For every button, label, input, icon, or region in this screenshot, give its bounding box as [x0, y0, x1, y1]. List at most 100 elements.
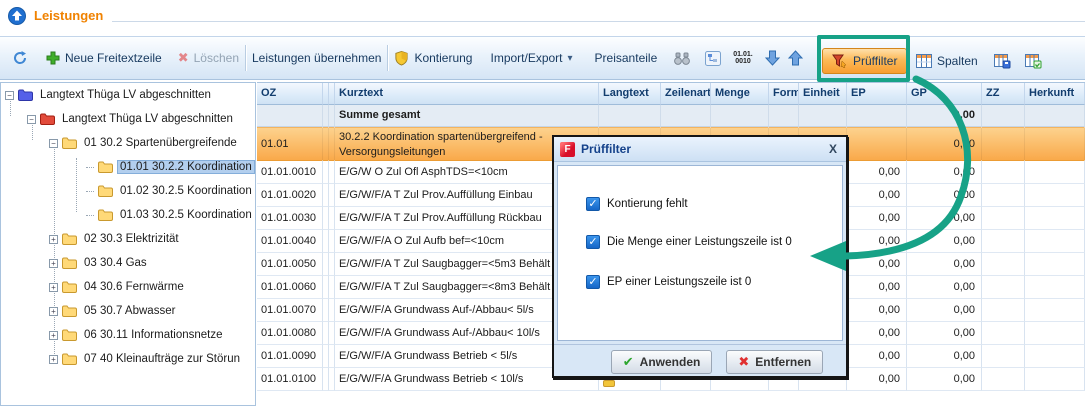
cell-ep	[847, 127, 907, 161]
kontierung-button[interactable]: Kontierung	[394, 50, 472, 66]
tree-item[interactable]: + 06 30.11 Informationsnetze	[1, 323, 255, 347]
grid-save-icon	[994, 54, 1011, 69]
tree-connector	[86, 167, 94, 168]
cell-gp: 0,00	[907, 368, 982, 391]
remove-button[interactable]: ✖ Entfernen	[726, 350, 823, 374]
apply-button[interactable]: ✔ Anwenden	[611, 350, 713, 374]
tree-item[interactable]: 01.01 30.2.2 Koordination	[1, 155, 255, 179]
tree-connector	[86, 191, 94, 192]
tree-item[interactable]: 01.02 30.2.5 Koordination	[1, 179, 255, 203]
collapse-icon[interactable]: −	[49, 139, 58, 148]
column-header-Kurztext[interactable]: Kurztext	[335, 83, 599, 105]
save-layout-button[interactable]	[994, 54, 1011, 69]
prueffilter-button[interactable]: Prüffilter	[822, 48, 907, 74]
tree-item-label: Langtext Thüga LV abgeschnitten	[37, 88, 214, 102]
checkbox-checked-icon[interactable]: ✓	[586, 235, 600, 249]
tree-item-label: 04 30.6 Fernwärme	[81, 280, 187, 294]
dialog-checkbox-row[interactable]: ✓Die Menge einer Leistungszeile ist 0	[586, 232, 842, 252]
folder-icon	[62, 281, 77, 293]
cell-einheit	[799, 105, 847, 127]
arrow-down-icon	[765, 50, 780, 66]
cell-oz: 01.01.0020	[257, 184, 323, 207]
expand-icon[interactable]: +	[49, 283, 58, 292]
expand-icon[interactable]: +	[49, 235, 58, 244]
cell-oz: 01.01.0010	[257, 161, 323, 184]
cell-zz	[982, 105, 1025, 127]
column-header-Einheit[interactable]: Einheit	[799, 83, 847, 105]
new-freetext-button[interactable]: Neue Freitextzeile	[46, 51, 162, 65]
oz-numbering-button[interactable]: 01.01. 0010	[733, 51, 752, 65]
checkbox-checked-icon[interactable]: ✓	[586, 275, 600, 289]
cell-oz: 01.01.0100	[257, 368, 323, 391]
chevron-down-icon: ▾	[568, 53, 573, 64]
column-header-Menge[interactable]: Menge	[711, 83, 769, 105]
dialog-body: ✓ Kontierung fehlt ✓Die Menge einer Leistu…	[557, 165, 843, 341]
expand-icon[interactable]: +	[49, 307, 58, 316]
plus-icon	[46, 51, 60, 65]
cross-icon: ✖	[738, 354, 749, 370]
summary-row[interactable]: Summe gesamt0,00	[257, 105, 1085, 127]
collapse-icon[interactable]: −	[27, 115, 36, 124]
tree-item-label: 03 30.4 Gas	[81, 256, 150, 270]
checkbox-checked-icon[interactable]: ✓	[586, 197, 600, 211]
dialog-checkbox-row[interactable]: ✓EP einer Leistungszeile ist 0	[586, 272, 842, 292]
refresh-button[interactable]	[12, 50, 28, 66]
columns-grid-icon	[916, 54, 932, 68]
tree-item[interactable]: + 05 30.7 Abwasser	[1, 299, 255, 323]
tree-item[interactable]: − 01 30.2 Spartenübergreifende	[1, 131, 255, 155]
cell-gp: 0,00	[907, 276, 982, 299]
preisanteile-button[interactable]: Preisanteile	[595, 51, 658, 65]
spalten-button[interactable]: Spalten	[916, 54, 978, 68]
tree-item[interactable]: 01.03 30.2.5 Koordination	[1, 203, 255, 227]
cell-oz: 01.01.0090	[257, 345, 323, 368]
cell-herkunft	[1025, 127, 1085, 161]
tree-item[interactable]: − Langtext Thüga LV abgeschnitten	[1, 107, 255, 131]
take-over-button[interactable]: Leistungen übernehmen	[252, 51, 381, 65]
tree-item-label: 01 30.2 Spartenübergreifende	[81, 136, 240, 150]
dialog-titlebar[interactable]: F Prüffilter X	[554, 137, 846, 162]
cell-herkunft	[1025, 253, 1085, 276]
panel-header: Leistungen	[0, 0, 1085, 32]
column-header-ZZ[interactable]: ZZ	[982, 83, 1025, 105]
column-header-GP[interactable]: GP	[907, 83, 982, 105]
tree-item[interactable]: + 03 30.4 Gas	[1, 251, 255, 275]
column-header-OZ[interactable]: OZ	[257, 83, 323, 105]
collapse-icon[interactable]: −	[5, 91, 14, 100]
cell-gp: 0,00	[907, 184, 982, 207]
tree-item[interactable]: + 07 40 Kleinaufträge zur Störun	[1, 347, 255, 371]
expand-icon[interactable]: +	[49, 259, 58, 268]
cell-zz	[982, 322, 1025, 345]
cell-ep: 0,00	[847, 322, 907, 345]
tree-structure-icon	[705, 51, 721, 66]
tree-item[interactable]: + 04 30.6 Fernwärme	[1, 275, 255, 299]
checkbox-label: Kontierung fehlt	[607, 198, 688, 210]
cell-herkunft	[1025, 105, 1085, 127]
import-export-menu[interactable]: Import/Export ▾	[490, 51, 572, 65]
folder-icon	[62, 233, 77, 245]
column-header-Langtext[interactable]: Langtext	[599, 83, 661, 105]
cell-gp: 0,00	[907, 207, 982, 230]
cell-herkunft	[1025, 184, 1085, 207]
move-down-button[interactable]	[765, 50, 780, 66]
cell-ep: 0,00	[847, 276, 907, 299]
column-header-Zeilenart[interactable]: Zeilenart	[661, 83, 711, 105]
cell-oz: 01.01	[257, 127, 323, 161]
collapse-panel-icon[interactable]	[8, 7, 26, 25]
cell-gp: 0,00	[907, 161, 982, 184]
expand-icon[interactable]: +	[49, 331, 58, 340]
tree-item-label: Langtext Thüga LV abgeschnitten	[59, 112, 236, 126]
reset-layout-button[interactable]	[1025, 54, 1042, 69]
close-icon[interactable]: X	[826, 142, 840, 156]
tree-item[interactable]: + 02 30.3 Elektrizität	[1, 227, 255, 251]
column-header-Form[interactable]: Form	[769, 83, 799, 105]
column-header-Herkunft[interactable]: Herkunft	[1025, 83, 1085, 105]
dialog-checkbox-row[interactable]: ✓ Kontierung fehlt	[586, 194, 842, 214]
move-up-button[interactable]	[788, 50, 803, 66]
column-header-EP[interactable]: EP	[847, 83, 907, 105]
folder-icon	[62, 305, 77, 317]
cell-langtext	[599, 105, 661, 127]
structure-view-button[interactable]	[705, 51, 721, 66]
page-title: Leistungen	[34, 8, 103, 23]
tree-item[interactable]: − Langtext Thüga LV abgeschnitten	[1, 83, 255, 107]
expand-icon[interactable]: +	[49, 355, 58, 364]
